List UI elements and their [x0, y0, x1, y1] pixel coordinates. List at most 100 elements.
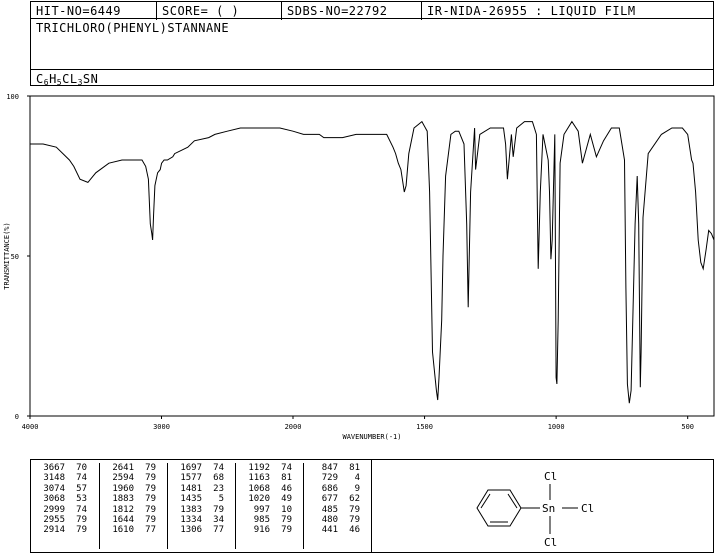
- spectrum-line: [30, 120, 715, 404]
- peak-transmittance: 79: [349, 504, 360, 515]
- x-tick-label: 1000: [548, 423, 565, 431]
- peak-wavenumber: 1306: [180, 525, 202, 536]
- peak-transmittance: 79: [145, 494, 156, 505]
- peak-transmittance: 9: [354, 483, 360, 494]
- peak-column: 2641 79 2594 79 1960 79 1883 79 1812 79 1644 79 1610…: [99, 463, 168, 549]
- peak-row: 1192 74: [236, 463, 304, 473]
- peak-transmittance: 79: [145, 515, 156, 526]
- cl-top-atom: Cl: [544, 470, 557, 483]
- peak-row: 916 79: [236, 525, 304, 535]
- header-bar: HIT-NO=6449 SCORE= ( ) SDBS-NO=22792 IR-…: [30, 1, 714, 20]
- peak-row: 1644 79: [100, 515, 168, 525]
- peak-transmittance: 79: [145, 473, 156, 484]
- x-axis-label: WAVENUMBER(-1): [342, 433, 401, 441]
- peak-wavenumber: 485: [321, 504, 338, 515]
- peak-row: 1383 79: [168, 505, 236, 515]
- peak-wavenumber: 2914: [43, 525, 65, 536]
- peak-row: 1883 79: [100, 494, 168, 504]
- peak-transmittance: 46: [349, 525, 360, 536]
- peak-wavenumber: 1020: [248, 494, 270, 505]
- formula-sn: SN: [82, 72, 99, 86]
- peak-wavenumber: 997: [253, 504, 270, 515]
- peak-row: 1577 68: [168, 473, 236, 483]
- peak-row: 1163 81: [236, 473, 304, 483]
- peak-row: 2914 79: [31, 525, 99, 535]
- peak-transmittance: 34: [213, 515, 224, 526]
- peak-wavenumber: 1481: [180, 483, 202, 494]
- peak-row: 480 79: [304, 515, 372, 525]
- peak-wavenumber: 1163: [248, 473, 270, 484]
- molecular-formula: C6H5CL3SN: [36, 72, 98, 87]
- peak-transmittance: 74: [76, 473, 87, 484]
- ir-spectrum-chart: 0 50 100 4000 3000 2000 1500 1000 500 TRANSMITT…: [3, 93, 715, 441]
- peak-row: 1306 77: [168, 525, 236, 535]
- peak-transmittance: 23: [213, 483, 224, 494]
- peak-transmittance: 74: [281, 463, 292, 473]
- molecule-structure: Sn Cl Cl Cl: [476, 470, 594, 549]
- x-axis-ticks: 4000 3000 2000 1500 1000 500: [22, 416, 694, 431]
- peak-row: 485 79: [304, 505, 372, 515]
- peak-transmittance: 10: [281, 504, 292, 515]
- peak-row: 985 79: [236, 515, 304, 525]
- peak-wavenumber: 1577: [180, 473, 202, 484]
- peak-row: 3148 74: [31, 473, 99, 483]
- peak-wavenumber: 1610: [112, 525, 134, 536]
- sn-atom: Sn: [542, 502, 555, 515]
- peak-row: 677 62: [304, 494, 372, 504]
- compound-name: TRICHLORO(PHENYL)STANNANE: [36, 21, 230, 35]
- peak-wavenumber: 1812: [112, 504, 134, 515]
- peak-row: 1960 79: [100, 484, 168, 494]
- peak-wavenumber: 3074: [43, 483, 65, 494]
- cl-right-atom: Cl: [581, 502, 594, 515]
- peak-row: 1435 5: [168, 494, 236, 504]
- peak-row: 2955 79: [31, 515, 99, 525]
- peak-wavenumber: 480: [321, 515, 338, 526]
- peak-transmittance: 79: [349, 515, 360, 526]
- peak-row: 1697 74: [168, 463, 236, 473]
- peak-wavenumber: 847: [321, 463, 338, 473]
- peak-transmittance: 81: [281, 473, 292, 484]
- cl-bottom-atom: Cl: [544, 536, 557, 549]
- x-tick-label: 2000: [285, 423, 302, 431]
- peak-row: 1812 79: [100, 505, 168, 515]
- peak-wavenumber: 1192: [248, 463, 270, 473]
- peak-column: 1697 74 1577 68 1481 23 1435 5 1383 79 1334 34 1306 7…: [167, 463, 236, 549]
- peak-transmittance: 79: [76, 515, 87, 526]
- benzene-ring: [476, 489, 522, 527]
- peak-wavenumber: 3148: [43, 473, 65, 484]
- peak-row: 1481 23: [168, 484, 236, 494]
- peak-wavenumber: 2955: [43, 515, 65, 526]
- peak-wavenumber: 1068: [248, 483, 270, 494]
- structure-box: Sn Cl Cl Cl: [371, 459, 714, 553]
- y-tick-label: 0: [15, 413, 19, 421]
- peak-row: 729 4: [304, 473, 372, 483]
- peak-wavenumber: 2999: [43, 504, 65, 515]
- peak-row: 3068 53: [31, 494, 99, 504]
- y-axis-label: TRANSMITTANCE(%): [3, 222, 11, 289]
- peak-transmittance: 5: [218, 494, 224, 505]
- peak-row: 997 10: [236, 505, 304, 515]
- peak-transmittance: 53: [76, 494, 87, 505]
- y-tick-label: 100: [6, 93, 19, 101]
- peak-transmittance: 79: [145, 463, 156, 473]
- peak-transmittance: 62: [349, 494, 360, 505]
- x-tick-label: 3000: [153, 423, 170, 431]
- formula-c: C: [36, 72, 44, 86]
- peak-wavenumber: 1644: [112, 515, 134, 526]
- peak-row: 1610 77: [100, 525, 168, 535]
- peak-row: 2641 79: [100, 463, 168, 473]
- peak-transmittance: 79: [281, 515, 292, 526]
- x-tick-label: 1500: [416, 423, 433, 431]
- peak-transmittance: 79: [213, 504, 224, 515]
- peak-transmittance: 74: [76, 504, 87, 515]
- peak-wavenumber: 1960: [112, 483, 134, 494]
- peak-row: 3074 57: [31, 484, 99, 494]
- peak-column: 3667 70 3148 74 3074 57 3068 53 2999 74 2955 79 2914…: [31, 463, 99, 549]
- peak-row: 1068 46: [236, 484, 304, 494]
- compound-box: TRICHLORO(PHENYL)STANNANE C6H5CL3SN: [30, 18, 714, 87]
- peak-row: 441 46: [304, 525, 372, 535]
- peak-transmittance: 4: [354, 473, 360, 484]
- peak-wavenumber: 729: [321, 473, 338, 484]
- peak-wavenumber: 677: [321, 494, 338, 505]
- peak-transmittance: 57: [76, 483, 87, 494]
